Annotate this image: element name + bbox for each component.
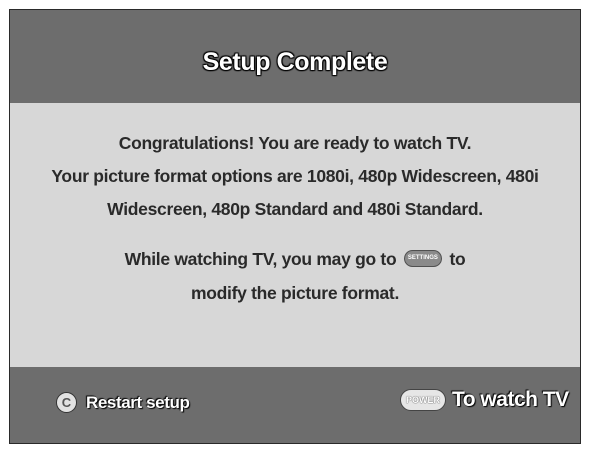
settings-button-label: SETTINGS	[407, 254, 438, 261]
instruction-before: While watching TV, you may go to	[124, 249, 397, 269]
watch-tv-label: To watch TV	[452, 388, 569, 411]
power-button-icon: POWER	[400, 389, 446, 411]
format-options-text-1: Your picture format options are 1080i, 4…	[51, 166, 539, 186]
footer-bar: C Restart setup POWER To watch TV	[10, 367, 580, 443]
format-options-text-2: Widescreen, 480p Standard and 480i Stand…	[107, 199, 483, 219]
settings-instruction-text: While watching TV, you may go to SETTING…	[10, 249, 580, 270]
restart-setup-button[interactable]: C Restart setup	[56, 392, 190, 413]
instruction-after: to	[449, 249, 466, 269]
settings-button-icon: SETTINGS	[403, 249, 442, 267]
header-bar: Setup Complete	[10, 10, 580, 103]
restart-setup-label: Restart setup	[86, 392, 190, 412]
message-panel: Congratulations! You are ready to watch …	[10, 103, 580, 367]
congratulations-text: Congratulations! You are ready to watch …	[118, 133, 472, 153]
watch-tv-button[interactable]: POWER To watch TV	[400, 388, 569, 412]
page-title: Setup Complete	[202, 48, 388, 76]
setup-screen: Setup Complete Congratulations! You are …	[9, 9, 581, 444]
c-button-icon: C	[56, 392, 77, 413]
modify-format-text: modify the picture format.	[190, 283, 400, 303]
